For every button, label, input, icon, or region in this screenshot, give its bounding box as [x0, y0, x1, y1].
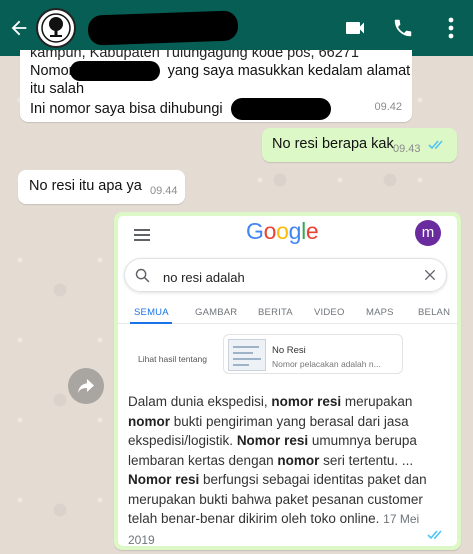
more-vert-icon[interactable] [439, 16, 463, 40]
message-incoming[interactable]: No resi itu apa ya 09.44 [18, 170, 185, 204]
snippet-run: Dalam dunia ekspedisi, [128, 394, 272, 409]
tab-belanja: BELAN [418, 307, 451, 318]
message-time: 09.42 [374, 101, 402, 113]
search-tabs: SEMUA GAMBAR BERITA VIDEO MAPS BELAN [118, 298, 457, 324]
snippet-text: Dalam dunia ekspedisi, nomor resi merupa… [128, 394, 427, 526]
featured-snippet: Dalam dunia ekspedisi, nomor resi merupa… [128, 392, 448, 546]
double-check-read-icon [427, 530, 442, 540]
tree-logo-icon [41, 13, 71, 43]
message-time: 09.44 [150, 185, 178, 197]
clear-icon [424, 269, 436, 281]
forward-icon [78, 379, 94, 393]
arrow-left-icon [11, 20, 27, 36]
message-time: 09.45 [391, 533, 419, 545]
snippet-highlight: nomor [277, 452, 320, 468]
tab-maps: MAPS [366, 307, 394, 318]
message-text: No resi berapa kak [272, 136, 394, 152]
account-avatar: m [415, 220, 441, 246]
phone-number-redacted [69, 61, 160, 81]
snippet-highlight: Nomor resi [236, 433, 309, 448]
message-line: Ini nomor saya bisa dihubungi [30, 100, 223, 117]
google-search-screenshot[interactable]: Google m no resi adalah SEMUA GAMBAR BER… [118, 216, 457, 546]
chat-header [0, 0, 473, 56]
message-incoming[interactable]: kampun, Kabupaten Tulungagung kode pos, … [20, 50, 412, 122]
related-subtitle: Nomor pelacakan adalah n... [272, 359, 381, 369]
message-outgoing-image[interactable]: Google m no resi adalah SEMUA GAMBAR BER… [114, 212, 461, 550]
message-line: itu salah [30, 81, 85, 97]
back-button[interactable] [4, 0, 34, 56]
snippet-highlight: Nomor resi [128, 472, 200, 487]
google-logo: Google [246, 218, 319, 244]
message-text: No resi itu apa ya [29, 178, 142, 194]
message-time: 09.43 [393, 143, 421, 155]
forward-button[interactable] [68, 368, 104, 404]
hamburger-menu-icon [134, 229, 150, 241]
phone-icon[interactable] [391, 16, 415, 40]
related-card: No Resi Nomor pelacakan adalah n... [223, 334, 403, 374]
snippet-highlight: nomor resi [271, 394, 342, 409]
snippet-highlight: nomor [128, 413, 170, 429]
message-outgoing[interactable]: No resi berapa kak 09.43 [262, 128, 457, 162]
phone-number-redacted [230, 98, 331, 120]
snippet-run: merupakan [341, 394, 413, 409]
double-check-read-icon [428, 140, 443, 150]
tab-gambar: GAMBAR [195, 307, 238, 318]
related-label: Lihat hasil tentang [138, 354, 207, 364]
search-query: no resi adalah [163, 270, 245, 285]
tab-semua: SEMUA [134, 307, 169, 318]
tab-berita: BERITA [258, 307, 293, 318]
contact-avatar[interactable] [36, 8, 76, 48]
tab-video: VIDEO [314, 307, 345, 318]
active-tab-indicator [130, 322, 172, 324]
contact-name-redacted[interactable] [87, 10, 239, 46]
document-thumbnail [228, 339, 266, 371]
video-call-icon[interactable] [343, 16, 367, 40]
snippet-run: seri tertentu. ... [319, 452, 414, 468]
search-icon [135, 268, 150, 283]
message-line: Nomor [30, 62, 74, 79]
message-line: yang saya masukkan kedalam alamat [167, 62, 411, 79]
search-bar: no resi adalah [124, 258, 447, 292]
